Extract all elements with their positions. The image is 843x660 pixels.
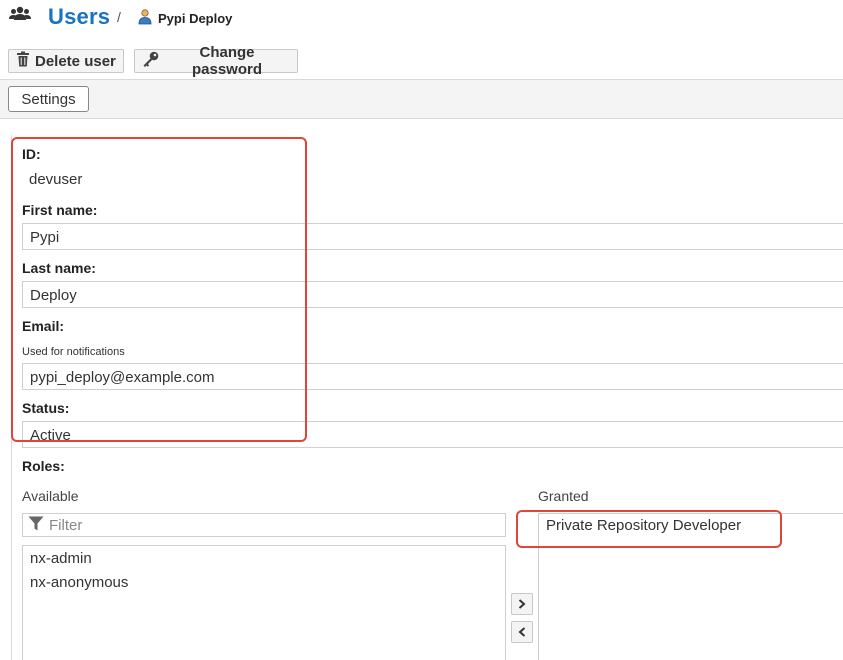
roles-label: Roles: xyxy=(22,458,65,474)
granted-roles-label: Granted xyxy=(538,488,589,504)
delete-user-button[interactable]: Delete user xyxy=(8,49,124,73)
breadcrumb-separator: / xyxy=(117,9,121,25)
page-header xyxy=(0,0,843,42)
available-roles-list[interactable] xyxy=(22,545,506,660)
highlight-box-user-details xyxy=(11,137,307,442)
remove-role-button[interactable] xyxy=(511,621,533,643)
trash-icon xyxy=(16,51,30,71)
delete-user-label: Delete user xyxy=(35,52,116,70)
available-roles-label: Available xyxy=(22,488,79,504)
list-item[interactable]: nx-anonymous xyxy=(30,574,128,591)
highlight-box-granted-role xyxy=(516,510,782,548)
key-icon xyxy=(142,51,159,71)
breadcrumb-current-user: Pypi Deploy xyxy=(158,11,233,26)
user-icon xyxy=(138,9,152,30)
chevron-right-icon xyxy=(518,597,526,612)
chevron-left-icon xyxy=(518,625,526,640)
filter-icon xyxy=(28,516,44,535)
tab-settings[interactable]: Settings xyxy=(8,86,89,112)
tab-bar xyxy=(0,80,843,118)
change-password-button[interactable]: Change password xyxy=(134,44,298,78)
add-role-button[interactable] xyxy=(511,593,533,615)
page-title[interactable]: Users xyxy=(48,4,110,30)
users-icon xyxy=(9,6,31,27)
list-item[interactable]: nx-admin xyxy=(30,550,92,567)
roles-filter-input[interactable]: Filter xyxy=(22,513,506,537)
divider xyxy=(0,118,843,119)
filter-placeholder: Filter xyxy=(49,516,83,534)
change-password-label: Change password xyxy=(191,44,263,78)
